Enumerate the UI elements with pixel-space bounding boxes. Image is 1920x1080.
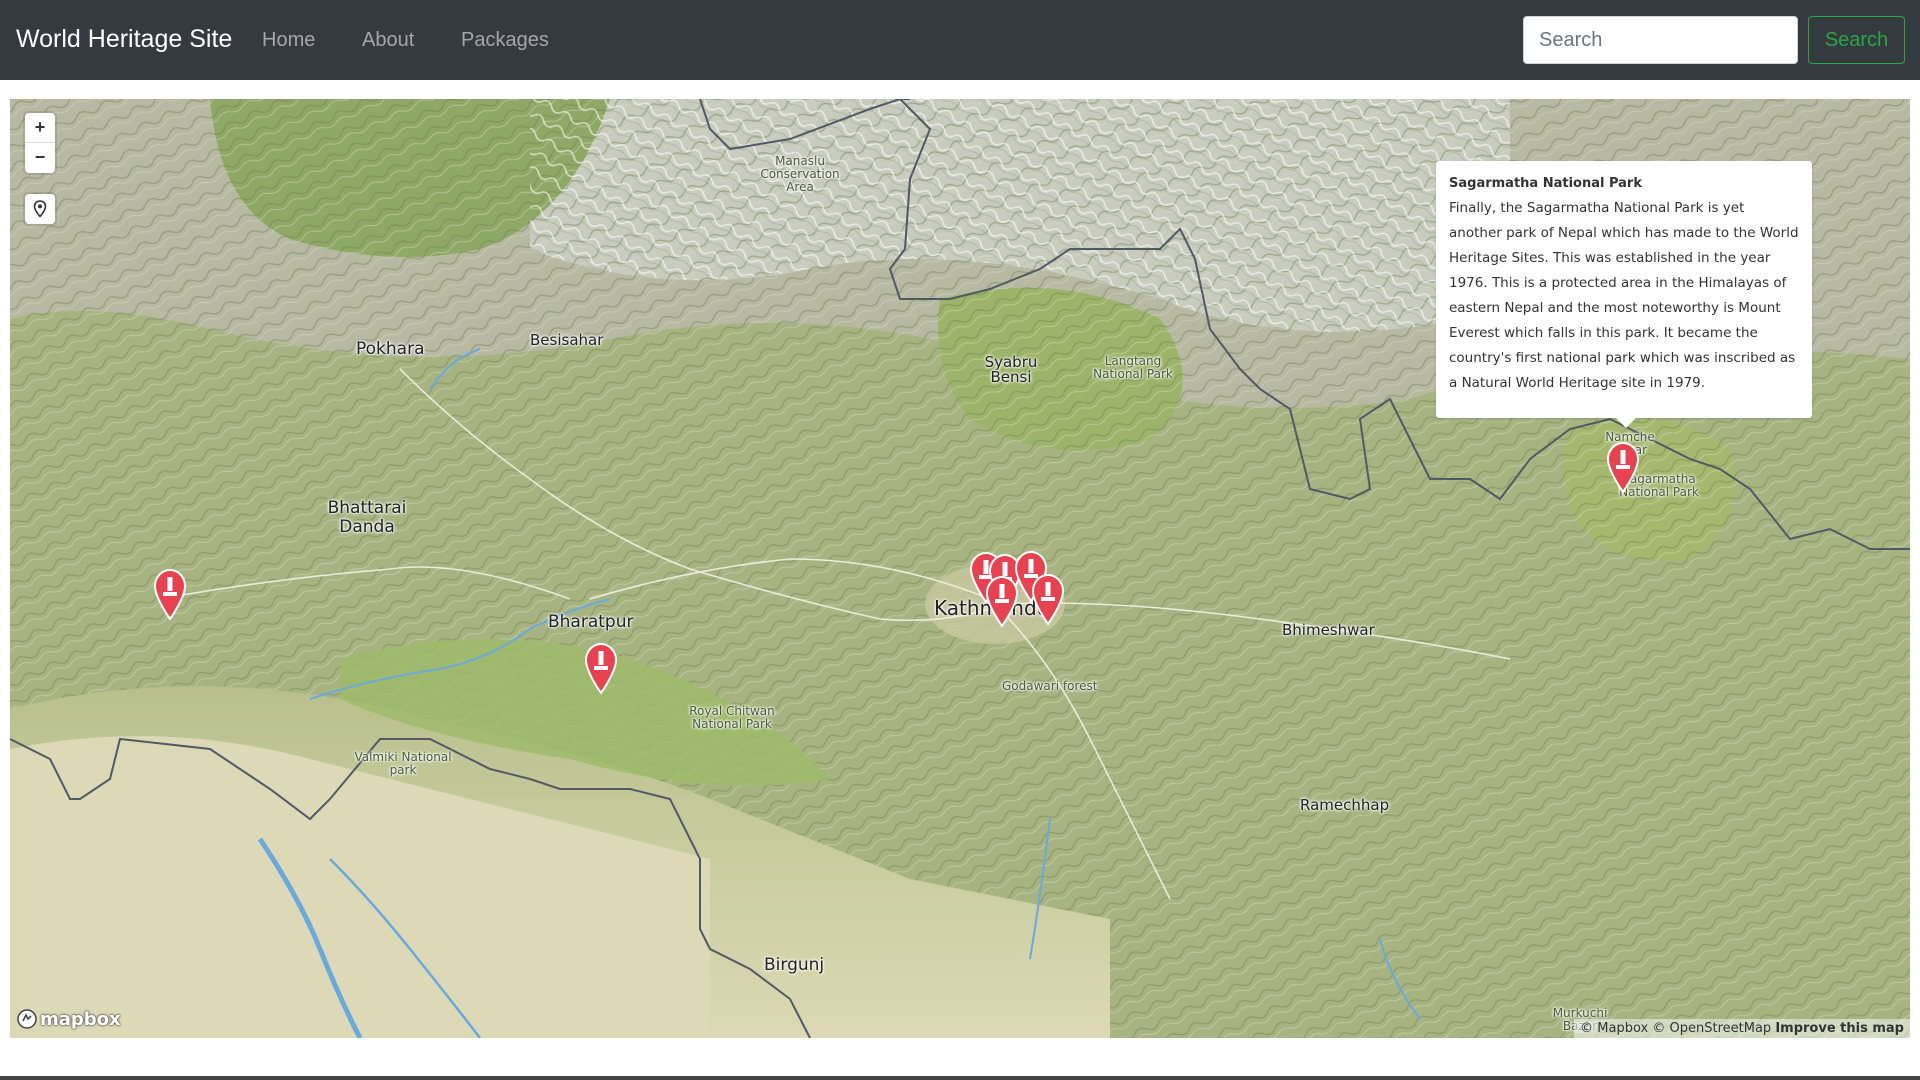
attribution-mapbox-link[interactable]: © Mapbox [1580, 1021, 1648, 1036]
navbar: World Heritage Site Home About Packages … [0, 0, 1920, 80]
place-label-bhattarai: Bhattarai Danda [327, 498, 407, 537]
heritage-site-marker[interactable] [1605, 441, 1641, 494]
heritage-site-marker[interactable] [1030, 573, 1066, 626]
place-label-bharatpur: Bharatpur [548, 612, 634, 632]
heritage-site-marker[interactable] [984, 575, 1020, 628]
place-label-manaslu: Manaslu Conservation Area [760, 154, 840, 194]
search-input[interactable] [1523, 16, 1798, 64]
monument-marker-icon [153, 568, 187, 621]
nav-about-link[interactable]: About [362, 28, 414, 52]
attribution-osm-link[interactable]: © OpenStreetMap [1652, 1021, 1771, 1036]
nav-packages-link[interactable]: Packages [461, 28, 549, 52]
map-pin-icon [33, 200, 47, 218]
monument-marker-icon [584, 642, 618, 695]
page-bottom-divider [0, 1076, 1920, 1080]
zoom-in-button[interactable]: + [25, 113, 55, 143]
nav-home-link[interactable]: Home [262, 28, 315, 52]
brand-link[interactable]: World Heritage Site [16, 24, 232, 54]
place-label-bhimeshwar: Bhimeshwar [1282, 621, 1375, 639]
site-popup: Sagarmatha National Park Finally, the Sa… [1436, 161, 1812, 428]
geolocate-button[interactable] [25, 194, 55, 224]
place-label-ramechhap: Ramechhap [1300, 796, 1390, 814]
place-label-syabru: Syabru Bensi [984, 353, 1038, 386]
popup-body: Finally, the Sagarmatha National Park is… [1449, 200, 1799, 391]
monument-marker-icon [985, 575, 1019, 628]
mapbox-logo[interactable]: mapbox [16, 1008, 121, 1030]
heritage-site-marker[interactable] [152, 568, 188, 621]
mapbox-logo-icon [17, 1009, 37, 1029]
monument-marker-icon [1606, 441, 1640, 494]
place-label-langtang: Langtang National Park [1093, 354, 1173, 381]
mapbox-logo-text: mapbox [40, 1008, 121, 1030]
place-label-besisahar: Besisahar [530, 331, 604, 349]
place-label-valmiki: Valmiki National park [354, 750, 452, 777]
zoom-control: + − [25, 113, 55, 173]
monument-marker-icon [1031, 573, 1065, 626]
place-label-birgunj: Birgunj [764, 955, 825, 975]
map-attribution: © Mapbox © OpenStreetMap Improve this ma… [1574, 1019, 1910, 1038]
popup-title: Sagarmatha National Park [1449, 176, 1642, 191]
place-label-pokhara: Pokhara [356, 339, 425, 359]
search-button[interactable]: Search [1808, 16, 1905, 64]
zoom-out-button[interactable]: − [25, 143, 55, 173]
place-label-chitwan: Royal Chitwan National Park [689, 704, 775, 731]
improve-map-link[interactable]: Improve this map [1775, 1021, 1904, 1036]
map-container[interactable]: Pokhara Besisahar Manaslu Conservation A… [10, 99, 1910, 1038]
heritage-site-marker[interactable] [583, 642, 619, 695]
place-label-godawari: Godawari forest [1002, 679, 1098, 693]
